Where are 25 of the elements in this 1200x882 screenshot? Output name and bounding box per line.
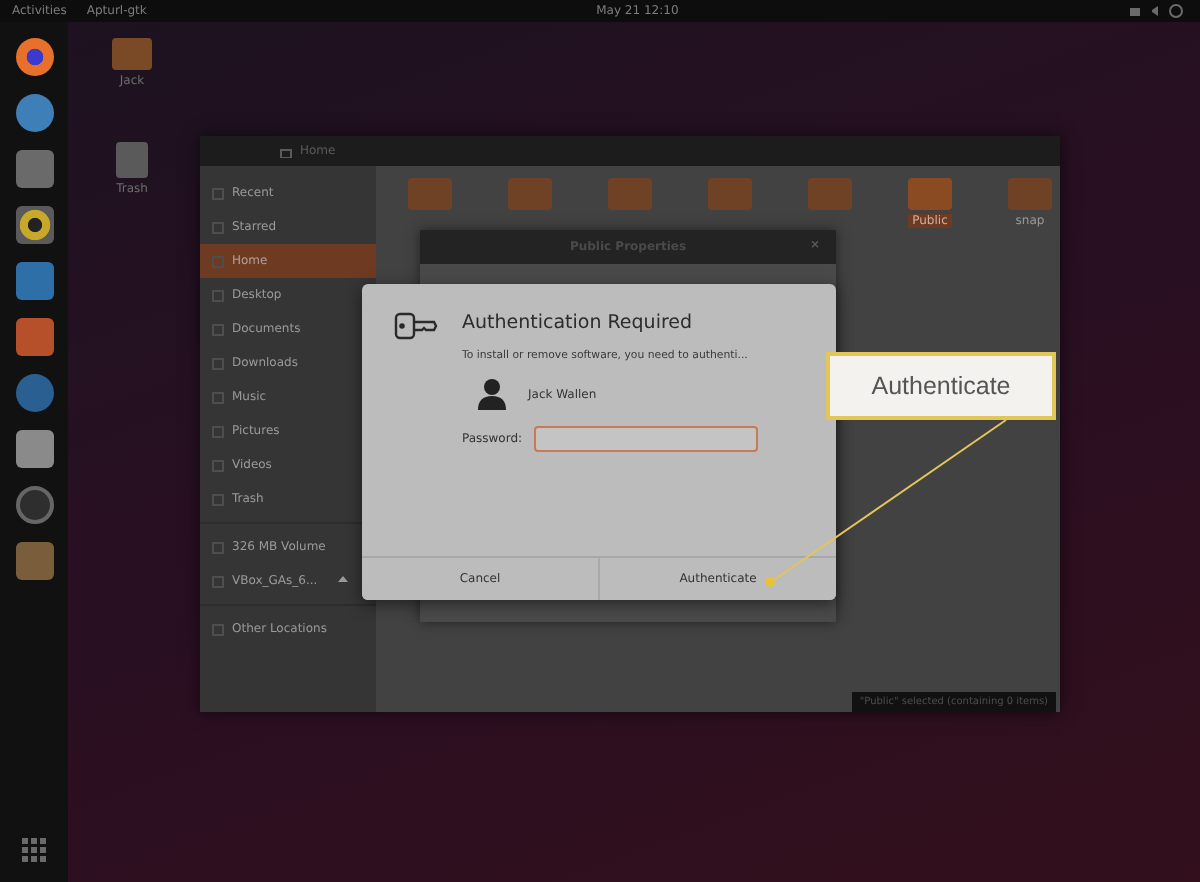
- sidebar-icon: [212, 289, 224, 301]
- sidebar-icon: [212, 391, 224, 403]
- app-grid-icon[interactable]: [22, 838, 46, 862]
- sidebar-icon: [212, 541, 224, 553]
- eject-icon[interactable]: [337, 576, 348, 586]
- sidebar-icon: [212, 357, 224, 369]
- sidebar-icon: [212, 187, 224, 199]
- home-icon: [280, 145, 292, 157]
- sidebar-icon: [212, 323, 224, 335]
- sidebar-icon: [212, 575, 224, 587]
- sidebar-icon: [212, 221, 224, 233]
- password-field[interactable]: [534, 426, 759, 452]
- dialog-title: Authentication Required: [462, 312, 695, 334]
- callout-label: Authenticate: [826, 352, 1056, 420]
- sidebar-icon: [212, 623, 224, 635]
- sidebar-icon: [212, 459, 224, 471]
- browser-icon[interactable]: [15, 38, 53, 76]
- help-icon[interactable]: [15, 374, 53, 412]
- user-icon: [478, 378, 506, 410]
- status-icons[interactable]: [1128, 4, 1189, 18]
- sidebar-icon: [212, 425, 224, 437]
- key-icon: [394, 312, 438, 340]
- sidebar-icon: [212, 255, 224, 267]
- mail-icon[interactable]: [15, 94, 53, 132]
- sidebar-icon: [212, 493, 224, 505]
